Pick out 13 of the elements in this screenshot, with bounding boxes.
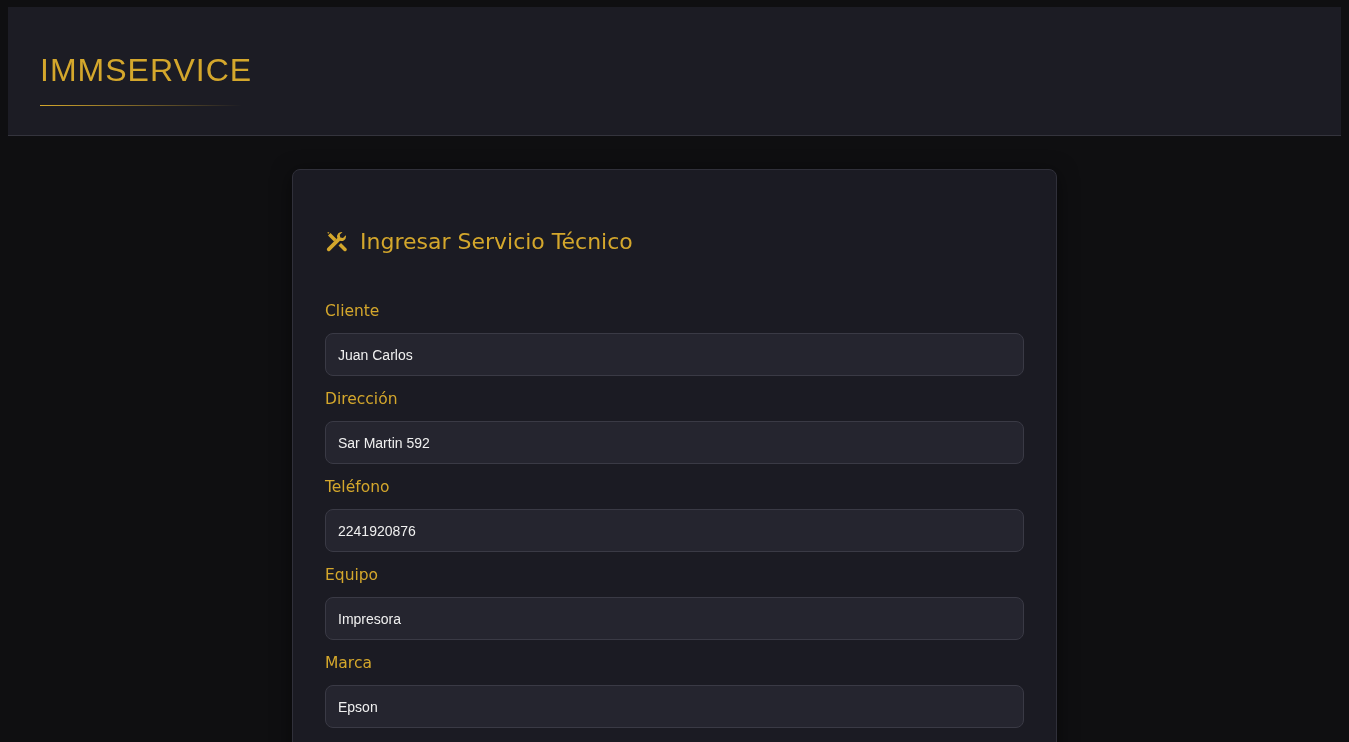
field-label: Teléfono <box>325 477 390 497</box>
field-label: Dirección <box>325 389 398 409</box>
brand-title: IMMSERVICE <box>40 51 253 89</box>
input-field[interactable]: Sar Martin 592 <box>325 421 1024 464</box>
tools-icon <box>325 230 349 254</box>
input-field[interactable]: Impresora <box>325 597 1024 640</box>
field-label: Marca <box>325 653 372 673</box>
input-field[interactable]: Juan Carlos <box>325 333 1024 376</box>
field-label: Equipo <box>325 565 379 585</box>
field-label: Cliente <box>325 301 380 321</box>
form-title: Ingresar Servicio Técnico <box>360 228 633 256</box>
input-field[interactable]: 2241920876 <box>325 509 1024 552</box>
input-field[interactable]: Epson <box>325 685 1024 728</box>
